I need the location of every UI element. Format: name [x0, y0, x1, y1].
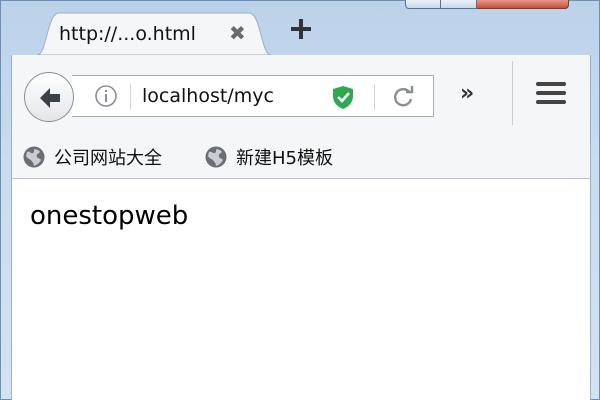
info-icon[interactable]	[94, 84, 118, 108]
bookmark-label: 新建H5模板	[236, 148, 333, 169]
tab-title: http://...o.html	[59, 23, 196, 45]
url-bar[interactable]: localhost/myc	[72, 75, 434, 117]
page-content: onestopweb	[11, 179, 591, 400]
browser-tab[interactable]: http://...o.html ✖	[37, 11, 271, 55]
url-separator-2	[374, 84, 375, 110]
toolbar-separator	[512, 61, 513, 125]
minimize-button[interactable]	[405, 0, 441, 9]
globe-icon	[23, 146, 45, 168]
shield-check-icon[interactable]	[330, 84, 356, 110]
browser-window: http://...o.html ✖ localhost/myc » 公司网站大…	[0, 0, 600, 400]
navigation-toolbar: localhost/myc »	[11, 55, 591, 137]
globe-icon	[205, 146, 227, 168]
bookmark-label: 公司网站大全	[54, 148, 162, 169]
hamburger-menu-button[interactable]	[536, 82, 566, 106]
bookmark-item[interactable]: 新建H5模板	[204, 144, 333, 170]
back-button[interactable]	[24, 72, 74, 122]
close-tab-icon[interactable]: ✖	[229, 21, 246, 45]
overflow-chevron-button[interactable]: »	[460, 81, 474, 106]
url-text[interactable]: localhost/myc	[142, 85, 274, 107]
url-separator	[130, 84, 131, 110]
plus-icon	[291, 19, 311, 39]
window-close-button[interactable]	[477, 0, 569, 9]
maximize-button[interactable]	[441, 0, 477, 9]
bookmarks-bar: 公司网站大全 新建H5模板	[11, 137, 591, 179]
arrow-left-icon	[40, 88, 60, 108]
reload-icon[interactable]	[392, 85, 416, 109]
bookmark-item[interactable]: 公司网站大全	[22, 144, 162, 170]
page-text: onestopweb	[30, 201, 189, 231]
window-controls	[405, 0, 569, 9]
hamburger-icon	[536, 82, 566, 86]
new-tab-button[interactable]	[287, 15, 315, 43]
